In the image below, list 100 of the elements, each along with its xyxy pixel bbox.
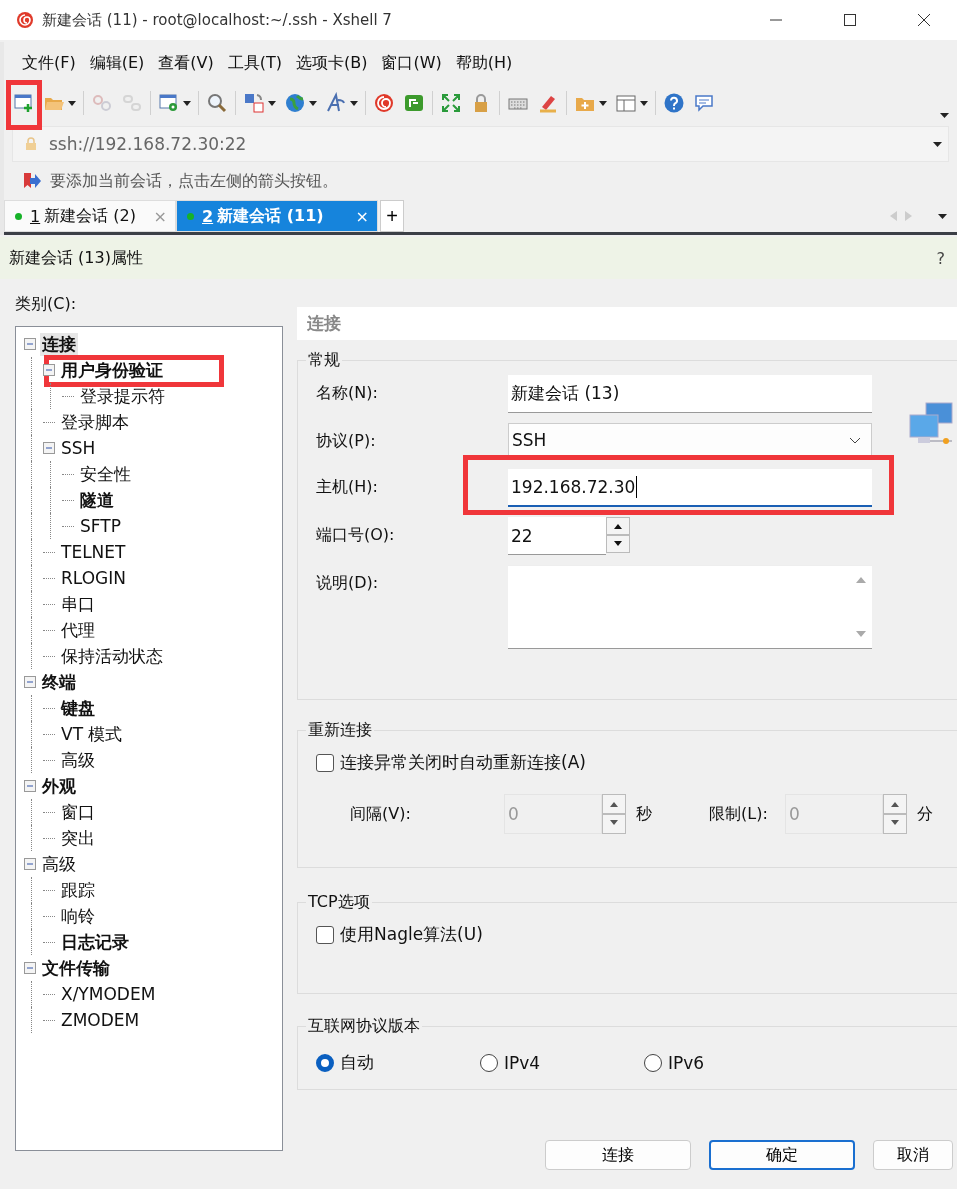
tree-item[interactable]: 安全性 [78, 462, 133, 486]
tree-item[interactable]: 登录脚本 [59, 410, 131, 434]
tree-item[interactable]: 日志记录 [59, 930, 131, 954]
tree-item[interactable]: SFTP [78, 516, 123, 536]
tree-item[interactable]: 用户身份验证 [59, 358, 165, 382]
group-title: 互联网协议版本 [307, 1016, 421, 1037]
tree-item[interactable]: 突出 [59, 826, 97, 850]
tree-item[interactable]: 跟踪 [59, 878, 97, 902]
window-gear-icon [158, 92, 180, 114]
group-title: TCP选项 [307, 892, 371, 913]
globe-icon [284, 92, 306, 114]
menu-item[interactable]: 选项卡(B) [296, 52, 368, 74]
menu-item[interactable]: 工具(T) [227, 52, 282, 74]
session-tab[interactable]: 2 新建会话 (11) × [176, 200, 378, 232]
collapse-toggle[interactable] [24, 338, 36, 350]
dropdown-field[interactable]: SSH [508, 423, 872, 457]
checkbox[interactable]: 连接异常关闭时自动重新连接(A) [316, 751, 957, 774]
tree-item[interactable]: ZMODEM [59, 1010, 142, 1030]
dialog-title: 新建会话 (13)属性 [9, 247, 143, 269]
collapse-toggle[interactable] [24, 780, 36, 792]
input-field[interactable]: 新建会话 (13) [508, 375, 872, 413]
tree-item[interactable]: 连接 [40, 332, 78, 356]
tree-item[interactable]: 代理 [59, 618, 97, 642]
radio-button[interactable]: 自动 [316, 1051, 480, 1074]
caret-icon[interactable] [940, 113, 949, 118]
menu-item[interactable]: 查看(V) [158, 52, 214, 74]
broken-link-icon [91, 92, 113, 114]
collapse-toggle[interactable] [43, 442, 55, 454]
tree-item[interactable]: X/YMODEM [59, 984, 158, 1004]
category-label: 类别(C): [15, 294, 78, 315]
checkbox[interactable]: 使用Nagle算法(U) [316, 923, 957, 946]
caret-icon [350, 100, 358, 106]
tree-item[interactable]: 外观 [40, 774, 78, 798]
bookmark-arrow-icon [22, 172, 42, 190]
tab-number: 2 [202, 206, 214, 226]
menu-item[interactable]: 帮助(H) [455, 52, 513, 74]
tree-item[interactable]: 键盘 [59, 696, 97, 720]
tree-item[interactable]: SSH [59, 438, 98, 458]
group-title: 常规 [307, 350, 341, 371]
tree-item[interactable]: 终端 [40, 670, 78, 694]
caret-icon [640, 100, 648, 106]
caret-icon[interactable] [938, 213, 947, 219]
tree-item[interactable]: TELNET [59, 542, 128, 562]
search-icon [206, 92, 228, 114]
tree-item[interactable]: 窗口 [59, 800, 97, 824]
spin-buttons[interactable] [606, 517, 630, 553]
collapse-toggle[interactable] [24, 676, 36, 688]
dialog-button[interactable]: 连接 [545, 1140, 691, 1170]
spin-buttons[interactable] [883, 794, 907, 834]
dialog-button[interactable]: 确定 [709, 1140, 855, 1170]
tree-item[interactable]: 登录提示符 [78, 384, 167, 408]
field-label: 协议(P): [316, 430, 377, 452]
radio-button[interactable]: IPv4 [480, 1051, 644, 1074]
tree-item[interactable]: 响铃 [59, 904, 97, 928]
swirl-icon [373, 92, 395, 114]
tree-item[interactable]: 高级 [59, 748, 97, 772]
tree-item[interactable]: 隧道 [78, 488, 116, 512]
font-style-icon [325, 92, 347, 114]
caret-icon [68, 100, 76, 106]
radio-button[interactable]: IPv6 [644, 1051, 808, 1074]
swirl-logo-icon [16, 11, 34, 29]
chevron-down-icon [849, 436, 861, 444]
tree-item[interactable]: 保持活动状态 [59, 644, 165, 668]
collapse-toggle[interactable] [24, 962, 36, 974]
panel-heading: 连接 [307, 312, 341, 335]
menu-item[interactable]: 编辑(E) [89, 52, 145, 74]
tree-item[interactable]: 串口 [59, 592, 97, 616]
fullscreen-icon [440, 92, 462, 114]
session-tab[interactable]: 1 新建会话 (2) × [4, 200, 176, 232]
unit-label: 秒 [636, 803, 653, 825]
tree-item[interactable]: 高级 [40, 852, 78, 876]
tree-item[interactable]: VT 模式 [59, 722, 125, 746]
address-field[interactable]: ssh://192.168.72.30:22 [12, 126, 949, 162]
maximize-icon[interactable] [843, 13, 857, 27]
link-icon [121, 92, 143, 114]
field-label: 端口号(O): [316, 524, 396, 546]
menu-item[interactable]: 文件(F) [22, 52, 76, 74]
collapse-toggle[interactable] [24, 858, 36, 870]
layout-icon [615, 92, 637, 114]
caret-icon [309, 100, 317, 106]
spin-buttons[interactable] [602, 794, 626, 834]
tree-item[interactable]: RLOGIN [59, 568, 128, 588]
transfer-icon [243, 92, 265, 114]
tree-item[interactable]: 文件传输 [40, 956, 112, 980]
close-icon[interactable] [917, 13, 931, 27]
number-field[interactable]: 22 [508, 517, 606, 555]
unit-label: 分 [917, 803, 933, 825]
caret-icon [933, 141, 942, 147]
tab-close-button[interactable]: × [355, 206, 369, 226]
menu-item[interactable]: 窗口(W) [381, 52, 442, 74]
new-tab-button[interactable]: + [380, 200, 404, 232]
window-title: 新建会话 (11) - root@localhost:~/.ssh - Xshell 7 [42, 10, 392, 30]
dialog-button[interactable]: 取消 [873, 1140, 953, 1170]
help-button[interactable]: ? [936, 248, 945, 268]
caret-icon [183, 100, 191, 106]
caret-icon [268, 100, 276, 106]
collapse-toggle[interactable] [43, 364, 55, 376]
tab-number: 1 [30, 206, 41, 226]
input-field[interactable]: 192.168.72.30 [508, 469, 872, 507]
tab-label: 新建会话 (11) [217, 205, 324, 227]
